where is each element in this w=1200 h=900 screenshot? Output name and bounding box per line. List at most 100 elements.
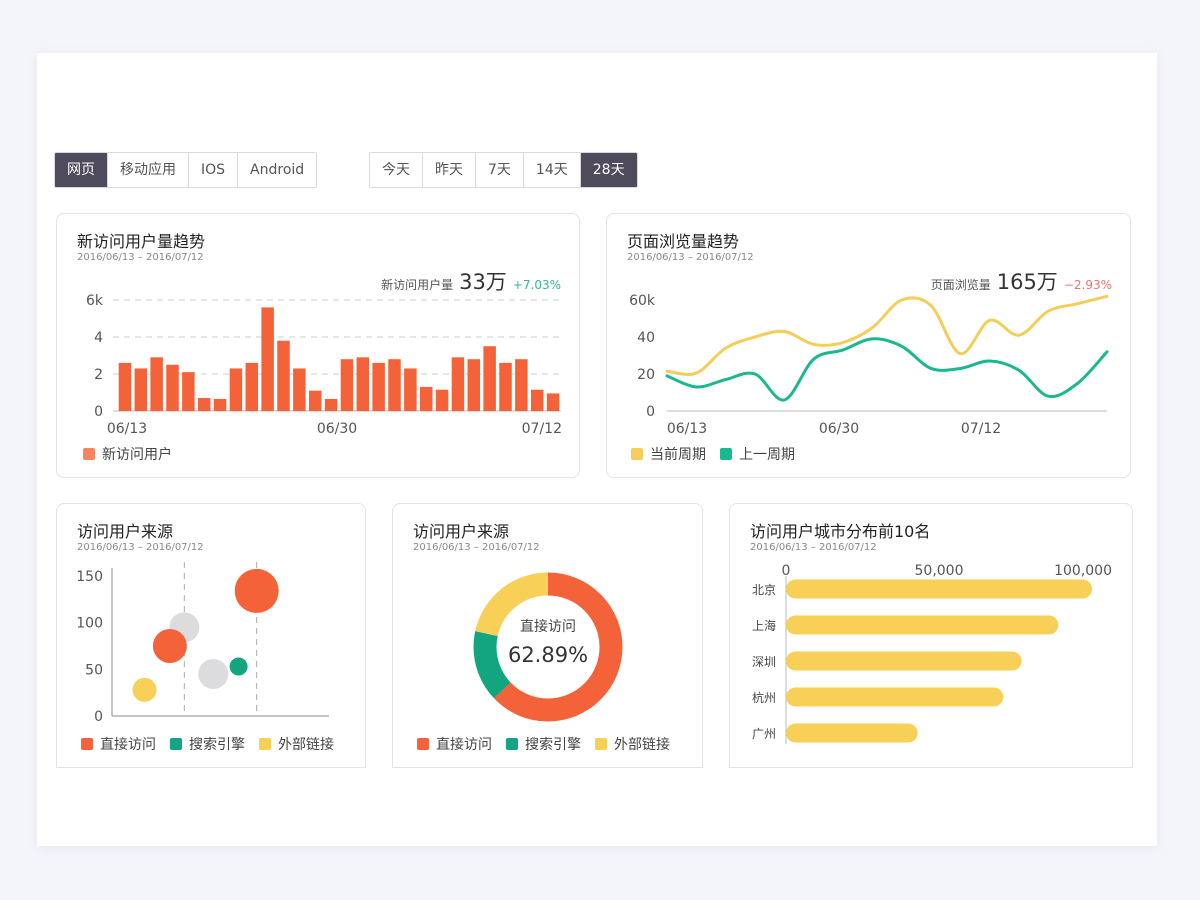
- bar: [546, 393, 560, 411]
- legend-swatch: [720, 448, 732, 460]
- bar: [515, 359, 528, 411]
- bar: [229, 368, 243, 411]
- y-tick-label: 40: [637, 330, 655, 346]
- city-card: 访问用户城市分布前10名 2016/06/13 – 2016/07/12 0 50…: [729, 503, 1133, 768]
- y-tick-label: 2: [94, 367, 103, 383]
- y-tick-label: 60k: [629, 293, 656, 309]
- source-scatter-chart: 0 50 100 150: [76, 562, 329, 725]
- bar: [150, 357, 163, 411]
- range-tab[interactable]: 28天: [580, 153, 637, 187]
- bar: [786, 651, 1022, 671]
- y-tick-label: 0: [94, 404, 103, 420]
- y-tick-label: 100: [76, 616, 103, 632]
- page-views-card: 页面浏览量趋势 2016/06/13 – 2016/07/12 页面浏览量 16…: [606, 213, 1131, 478]
- scatter-point: [198, 659, 229, 689]
- category-label: 深圳: [752, 655, 776, 669]
- new-users-card: 新访问用户量趋势 2016/06/13 – 2016/07/12 新访问用户量 …: [56, 213, 580, 478]
- y-tick-label: 20: [637, 367, 655, 383]
- legend-item: 直接访问: [417, 734, 492, 754]
- x-tick-label: 07/12: [522, 421, 562, 437]
- bar: [786, 687, 1004, 707]
- range-tab[interactable]: 昨天: [423, 153, 476, 187]
- donut-center-value: 62.89%: [508, 643, 588, 667]
- scatter-point: [152, 629, 187, 663]
- platform-tab[interactable]: 移动应用: [108, 153, 189, 187]
- legend-swatch: [595, 738, 607, 750]
- y-tick-label: 150: [76, 569, 103, 585]
- x-tick-label: 06/13: [107, 421, 147, 437]
- legend-item: 搜索引擎: [170, 734, 245, 754]
- legend-label: 上一周期: [739, 447, 795, 463]
- x-tick-label: 06/13: [667, 421, 707, 437]
- legend-swatch: [631, 448, 643, 460]
- x-tick-label: 100,000: [1054, 563, 1112, 579]
- legend: 直接访问 搜索引擎 外部链接: [417, 734, 670, 754]
- legend-label: 外部链接: [278, 737, 334, 753]
- bar: [245, 362, 259, 411]
- series-line: [665, 337, 1109, 402]
- range-tab[interactable]: 今天: [370, 153, 423, 187]
- legend-swatch: [417, 738, 429, 750]
- legend-item: 外部链接: [259, 734, 334, 754]
- legend-label: 搜索引擎: [525, 737, 581, 753]
- range-tabs: 今天 昨天 7天 14天 28天: [369, 152, 638, 188]
- bar: [134, 368, 148, 411]
- range-tab[interactable]: 14天: [523, 153, 581, 187]
- x-tick-label: 07/12: [961, 421, 1001, 437]
- bar: [293, 368, 306, 411]
- legend-label: 直接访问: [100, 737, 156, 753]
- y-tick-label: 6k: [86, 293, 104, 309]
- donut-center-label: 直接访问: [520, 618, 576, 635]
- legend-item: 当前周期: [631, 444, 706, 464]
- platform-tab[interactable]: Android: [238, 153, 317, 187]
- legend-item: 搜索引擎: [506, 734, 581, 754]
- bar: [197, 398, 211, 411]
- source-donut-chart: 直接访问 62.89%: [473, 572, 623, 722]
- legend: 新访问用户: [83, 444, 172, 464]
- category-label: 北京: [752, 583, 776, 597]
- legend-item: 新访问用户: [83, 444, 172, 464]
- y-tick-label: 4: [94, 330, 103, 346]
- bar: [118, 362, 132, 411]
- category-label: 杭州: [752, 690, 776, 705]
- bar: [404, 368, 417, 411]
- legend: 当前周期 上一周期: [631, 444, 795, 464]
- series-line: [665, 294, 1109, 376]
- bar: [182, 372, 195, 411]
- bar: [213, 398, 227, 411]
- bar: [499, 362, 512, 411]
- bar: [467, 359, 481, 411]
- bar: [324, 398, 338, 411]
- y-tick-label: 0: [646, 404, 655, 420]
- platform-tab[interactable]: 网页: [55, 153, 108, 187]
- x-tick-label: 06/30: [317, 421, 357, 437]
- bar: [786, 579, 1092, 599]
- platform-tabs: 网页 移动应用 IOS Android: [54, 152, 318, 188]
- source-scatter-card: 访问用户来源 2016/06/13 – 2016/07/12 0 50 100 150…: [56, 503, 366, 768]
- bar: [388, 359, 401, 411]
- legend-label: 搜索引擎: [189, 737, 245, 753]
- scatter-point: [132, 677, 157, 702]
- bar: [261, 307, 274, 411]
- platform-tab[interactable]: IOS: [189, 153, 239, 187]
- bar: [451, 357, 465, 411]
- bar: [435, 389, 449, 411]
- legend-swatch: [259, 738, 271, 750]
- legend-item: 外部链接: [595, 734, 670, 754]
- legend-swatch: [506, 738, 518, 750]
- bar: [308, 390, 322, 411]
- page-views-line-chart: 0 20 40 60k 06/13 06/30 07/12: [629, 293, 1109, 437]
- legend-label: 新访问用户: [102, 447, 172, 463]
- legend: 直接访问 搜索引擎 外部链接: [81, 734, 334, 754]
- bar: [166, 364, 179, 411]
- legend-item: 上一周期: [720, 444, 795, 464]
- bar: [277, 340, 290, 411]
- bar: [483, 346, 496, 411]
- bar: [356, 357, 370, 411]
- legend-label: 外部链接: [614, 737, 670, 753]
- y-tick-label: 0: [94, 709, 103, 725]
- bar: [530, 389, 544, 411]
- range-tab[interactable]: 7天: [476, 153, 524, 187]
- legend-label: 直接访问: [436, 737, 492, 753]
- bar: [786, 615, 1059, 635]
